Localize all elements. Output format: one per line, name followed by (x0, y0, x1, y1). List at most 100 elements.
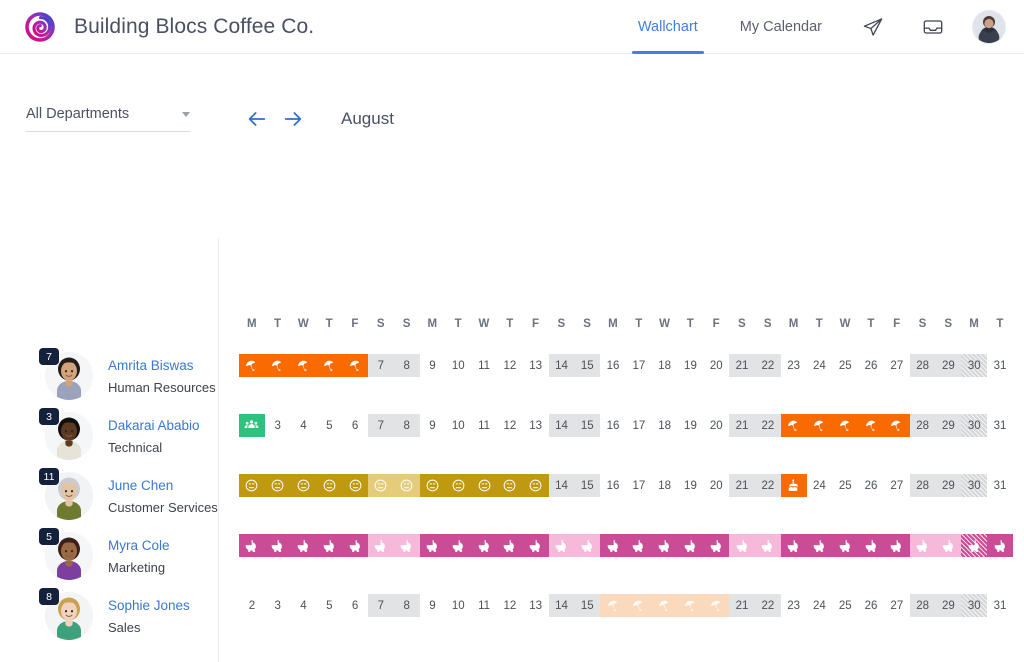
day-cell[interactable]: 4 (291, 594, 317, 617)
day-cell[interactable] (316, 474, 342, 497)
employee-name-link[interactable]: Sophie Jones (108, 598, 190, 613)
day-cell[interactable]: 16 (600, 474, 626, 497)
day-cell[interactable]: 13 (523, 354, 549, 377)
day-cell[interactable] (961, 534, 987, 557)
day-cell[interactable]: 31 (987, 474, 1013, 497)
day-cell[interactable] (420, 534, 446, 557)
day-cell[interactable]: 14 (549, 594, 575, 617)
tab-wallchart[interactable]: Wallchart (630, 0, 706, 54)
day-cell[interactable]: 11 (471, 594, 497, 617)
department-filter-select[interactable]: All Departments (26, 106, 190, 132)
day-cell[interactable]: 30 (961, 414, 987, 437)
day-cell[interactable]: 22 (755, 474, 781, 497)
day-cell[interactable] (316, 534, 342, 557)
day-cell[interactable] (832, 534, 858, 557)
day-cell[interactable]: 24 (807, 354, 833, 377)
day-cell[interactable] (523, 474, 549, 497)
day-cell[interactable]: 8 (394, 594, 420, 617)
day-cell[interactable] (497, 474, 523, 497)
day-cell[interactable]: 7 (368, 354, 394, 377)
day-cell[interactable] (497, 534, 523, 557)
day-cell[interactable]: 13 (523, 594, 549, 617)
day-cell[interactable]: 2 (239, 594, 265, 617)
day-cell[interactable]: 15 (574, 474, 600, 497)
day-cell[interactable]: 10 (445, 594, 471, 617)
day-cell[interactable]: 9 (420, 354, 446, 377)
day-cell[interactable]: 14 (549, 474, 575, 497)
day-cell[interactable]: 8 (394, 354, 420, 377)
day-cell[interactable] (832, 414, 858, 437)
day-cell[interactable]: 10 (445, 354, 471, 377)
day-cell[interactable]: 20 (703, 474, 729, 497)
day-cell[interactable] (394, 474, 420, 497)
next-month-arrow-icon[interactable] (281, 107, 305, 131)
day-cell[interactable]: 22 (755, 354, 781, 377)
day-cell[interactable]: 27 (884, 354, 910, 377)
employee-name-link[interactable]: Dakarai Ababio (108, 418, 200, 433)
day-cell[interactable]: 16 (600, 414, 626, 437)
day-cell[interactable]: 18 (652, 474, 678, 497)
day-cell[interactable] (394, 534, 420, 557)
day-cell[interactable]: 29 (936, 474, 962, 497)
prev-month-arrow-icon[interactable] (245, 107, 269, 131)
day-cell[interactable]: 3 (265, 414, 291, 437)
day-cell[interactable] (239, 354, 265, 377)
day-cell[interactable] (703, 534, 729, 557)
day-cell[interactable]: 9 (420, 414, 446, 437)
day-cell[interactable]: 15 (574, 354, 600, 377)
send-icon[interactable] (856, 10, 890, 44)
day-cell[interactable]: 22 (755, 414, 781, 437)
day-cell[interactable]: 3 (265, 594, 291, 617)
day-cell[interactable]: 30 (961, 474, 987, 497)
inbox-icon[interactable] (916, 10, 950, 44)
day-cell[interactable]: 17 (626, 414, 652, 437)
day-cell[interactable] (755, 534, 781, 557)
day-cell[interactable]: 31 (987, 594, 1013, 617)
day-cell[interactable]: 25 (832, 594, 858, 617)
day-cell[interactable]: 19 (678, 414, 704, 437)
day-cell[interactable] (884, 534, 910, 557)
day-cell[interactable] (807, 414, 833, 437)
day-cell[interactable]: 26 (858, 594, 884, 617)
day-cell[interactable] (368, 534, 394, 557)
day-cell[interactable]: 6 (342, 594, 368, 617)
day-cell[interactable]: 15 (574, 594, 600, 617)
day-cell[interactable] (316, 354, 342, 377)
day-cell[interactable] (420, 474, 446, 497)
day-cell[interactable]: 22 (755, 594, 781, 617)
day-cell[interactable]: 11 (471, 354, 497, 377)
day-cell[interactable] (987, 534, 1013, 557)
day-cell[interactable]: 23 (781, 354, 807, 377)
day-cell[interactable]: 21 (729, 414, 755, 437)
day-cell[interactable]: 30 (961, 354, 987, 377)
day-cell[interactable]: 28 (910, 354, 936, 377)
day-cell[interactable]: 12 (497, 414, 523, 437)
day-cell[interactable] (652, 594, 678, 617)
day-cell[interactable]: 21 (729, 594, 755, 617)
day-cell[interactable]: 18 (652, 354, 678, 377)
day-cell[interactable] (549, 534, 575, 557)
day-cell[interactable]: 10 (445, 414, 471, 437)
day-cell[interactable]: 12 (497, 594, 523, 617)
day-cell[interactable] (291, 474, 317, 497)
day-cell[interactable]: 5 (316, 414, 342, 437)
day-cell[interactable] (445, 474, 471, 497)
day-cell[interactable]: 11 (471, 414, 497, 437)
day-cell[interactable] (858, 534, 884, 557)
day-cell[interactable]: 16 (600, 354, 626, 377)
day-cell[interactable]: 29 (936, 354, 962, 377)
day-cell[interactable] (781, 414, 807, 437)
day-cell[interactable]: 13 (523, 414, 549, 437)
day-cell[interactable] (239, 534, 265, 557)
employee-name-link[interactable]: Myra Cole (108, 538, 170, 553)
day-cell[interactable]: 18 (652, 414, 678, 437)
day-cell[interactable] (729, 534, 755, 557)
employee-name-link[interactable]: Amrita Biswas (108, 358, 216, 373)
day-cell[interactable]: 25 (832, 474, 858, 497)
day-cell[interactable]: 7 (368, 414, 394, 437)
day-cell[interactable] (342, 474, 368, 497)
day-cell[interactable]: 29 (936, 414, 962, 437)
day-cell[interactable] (910, 534, 936, 557)
day-cell[interactable] (342, 534, 368, 557)
tab-my-calendar[interactable]: My Calendar (732, 0, 830, 54)
